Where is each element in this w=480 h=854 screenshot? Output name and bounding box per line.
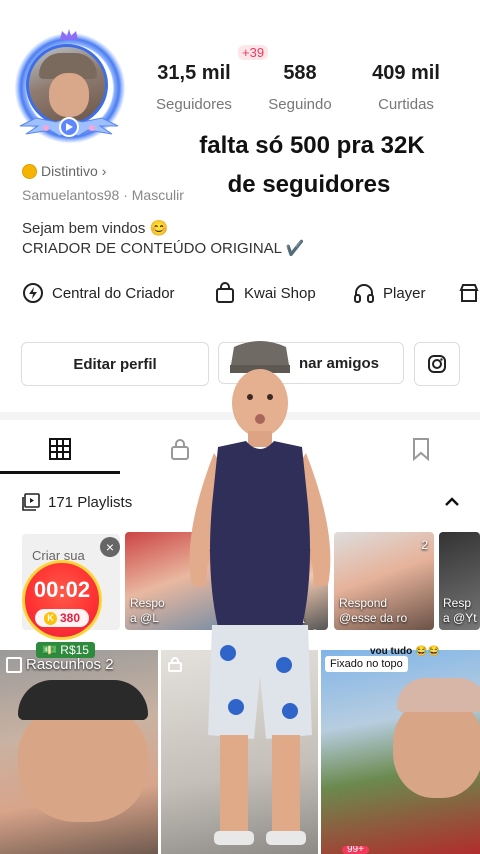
new-followers-badge: +39 <box>238 45 269 60</box>
distintivo-link[interactable]: Distintivo › <box>22 163 106 179</box>
money-icon: 💵 <box>42 643 57 657</box>
playlist-thumb-4[interactable]: Resp a @Yt <box>439 532 480 630</box>
instagram-icon <box>428 355 446 373</box>
chevron-right-icon: › <box>101 163 107 179</box>
following-label: Seguindo <box>268 96 332 113</box>
close-icon[interactable]: × <box>100 537 120 557</box>
distintivo-label: Distintivo <box>41 163 98 179</box>
instagram-button[interactable] <box>414 342 460 386</box>
coin-timer-widget[interactable]: 00:02 K 380 <box>22 560 102 640</box>
following-count[interactable]: 588 <box>256 62 344 85</box>
headphones-icon <box>354 284 374 303</box>
kwai-coin-icon: K <box>43 611 57 625</box>
timer-text: 00:02 <box>33 577 91 602</box>
playlist-icon <box>22 493 40 511</box>
player-label: Player <box>383 284 426 302</box>
player-link[interactable]: Player <box>353 282 426 304</box>
bookmark-tab-icon[interactable] <box>410 437 432 461</box>
active-tab-indicator <box>0 471 120 474</box>
overlay-person-figure <box>189 341 331 845</box>
store-icon[interactable] <box>458 282 480 304</box>
creator-center-label: Central do Criador <box>52 284 175 302</box>
badge-wings-icon <box>19 117 119 137</box>
kwai-shop-label: Kwai Shop <box>244 284 316 302</box>
likes-count[interactable]: 409 mil <box>356 62 456 85</box>
bio-line2: CRIADOR DE CONTEÚDO ORIGINAL ✔️ <box>22 240 305 257</box>
likes-label: Curtidas <box>378 96 434 113</box>
bio-line1: Sejam bem vindos 😊 <box>22 220 169 237</box>
playlists-label: 171 Playlists <box>48 493 133 511</box>
overlay-caption-line1: falta só 500 pra 32K <box>199 132 425 159</box>
followers-count[interactable]: 31,5 mil <box>144 62 244 85</box>
crown-icon <box>60 29 78 40</box>
chevron-up-icon[interactable] <box>444 495 460 507</box>
kwai-shop-link[interactable]: Kwai Shop <box>214 282 316 304</box>
overlay-caption-line2: de seguidores <box>227 171 391 198</box>
grid-tab-icon[interactable] <box>48 437 72 461</box>
drafts-label-row: Rascunhos 2 <box>6 656 114 673</box>
bolt-icon <box>23 283 43 303</box>
timer-coins: K 380 <box>35 609 89 627</box>
playlists-header[interactable]: 171 Playlists <box>22 493 132 511</box>
username: Samuelantos98 <box>22 187 120 203</box>
creator-center-link[interactable]: Central do Criador <box>22 282 175 304</box>
profile-meta: Samuelantos98 · Masculir <box>22 187 184 203</box>
coin-icon <box>22 163 37 179</box>
drafts-cell[interactable] <box>0 650 158 854</box>
drafts-icon <box>6 656 22 673</box>
followers-label: Seguidores <box>156 96 232 113</box>
shopping-bag-icon <box>216 282 234 303</box>
gender: Masculir <box>131 187 184 203</box>
